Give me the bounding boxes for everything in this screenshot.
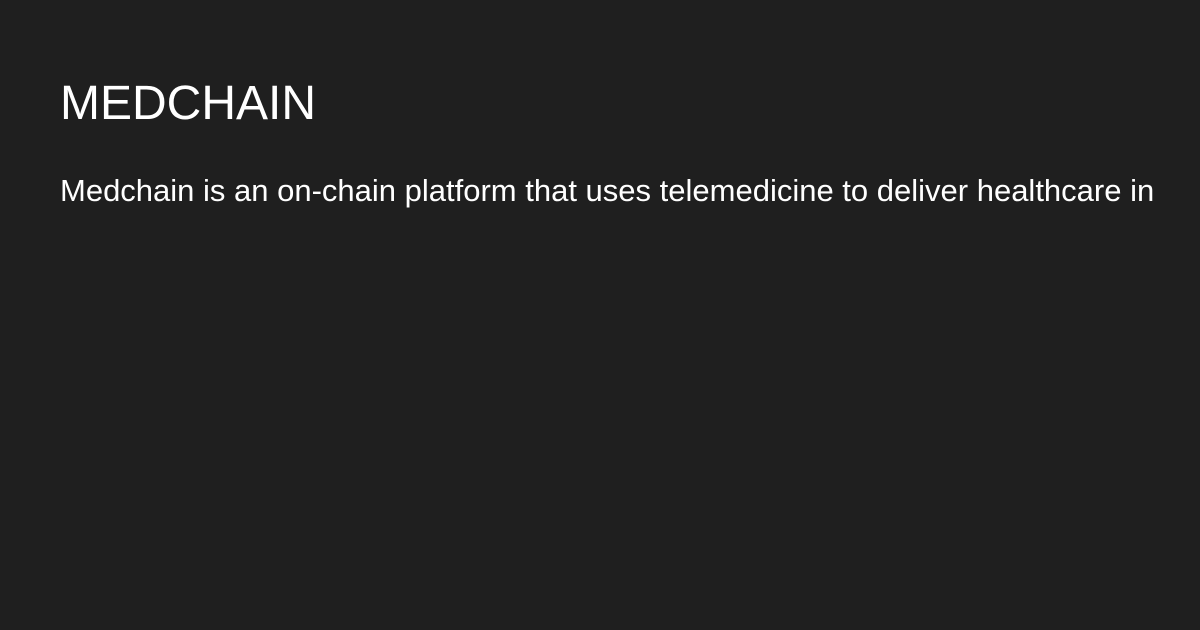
page-title: MEDCHAIN [60,77,317,130]
description-text: Medchain is an on-chain platform that us… [60,173,1155,208]
preview-card: MEDCHAIN Medchain is an on-chain platfor… [0,0,1200,630]
